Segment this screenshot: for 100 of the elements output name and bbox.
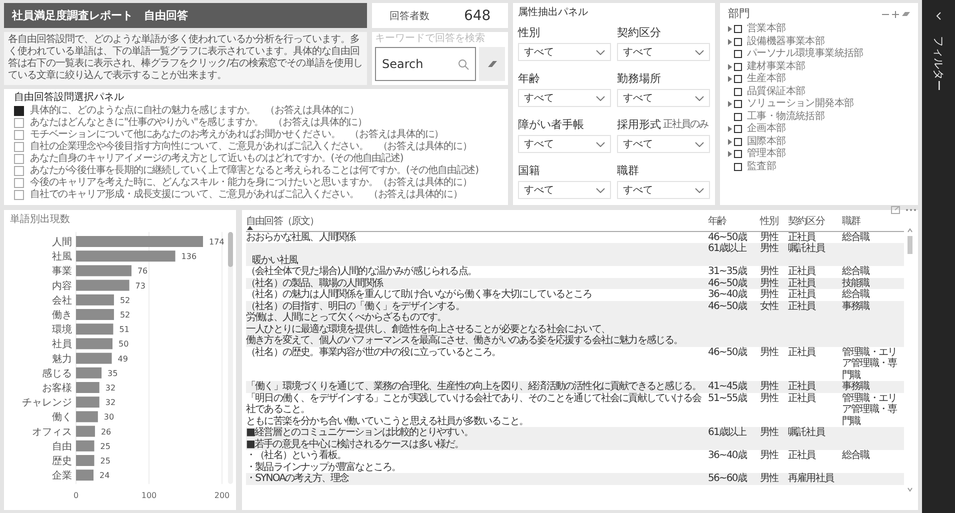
bar[interactable] bbox=[76, 411, 98, 422]
expand-arrow-icon[interactable] bbox=[728, 151, 732, 158]
dropdown[interactable]: すべて bbox=[617, 43, 710, 61]
search-field[interactable]: Search bbox=[375, 47, 476, 81]
expand-arrow-icon[interactable] bbox=[728, 76, 732, 82]
bar[interactable] bbox=[76, 338, 112, 350]
expand-arrow-icon[interactable] bbox=[728, 101, 732, 108]
checkbox[interactable] bbox=[734, 162, 742, 171]
checkbox[interactable] bbox=[14, 166, 24, 176]
dropdown[interactable]: すべて bbox=[617, 89, 710, 107]
bar[interactable] bbox=[76, 265, 132, 276]
question-option[interactable]: あなたが今後仕事を長期的に継続していく上で障害となると考えられることは何ですか。(その他自由記述) bbox=[14, 165, 498, 177]
column-header[interactable]: 契約区分 bbox=[788, 216, 842, 228]
table-row[interactable]: 「働く」環境づくりを通じて、業務の合理化、生産性の向上を図り、経済活動の活性化に貢献できると感じる。 41~45歳 男性 正社員 事務職 bbox=[246, 381, 904, 392]
bar[interactable] bbox=[76, 470, 94, 481]
eraser-icon[interactable] bbox=[902, 11, 910, 17]
table-row[interactable]: ■経営層とのコミュニケーションは比較的とりやすい。 ■若手の意見を中心に検討されるケースは多い様だ。 61歳以上 男性 嘱託社員 bbox=[246, 427, 904, 450]
checkbox[interactable] bbox=[14, 154, 24, 164]
chevron-left-icon[interactable] bbox=[936, 12, 941, 20]
bar[interactable] bbox=[76, 352, 112, 364]
dropdown[interactable]: すべて bbox=[617, 181, 710, 199]
tree-item[interactable]: 工事・物流統括部 bbox=[728, 110, 910, 123]
question-option[interactable]: モチベーションについて他にあなたのお考えがあればお聞かせください。 （お答えは具体的に） bbox=[14, 129, 498, 141]
checkbox[interactable] bbox=[734, 25, 742, 34]
focus-mode-icon[interactable] bbox=[891, 206, 900, 214]
table-row[interactable]: おおらかな社風、人間関係 46~50歳 男性 正社員 総合職 bbox=[246, 232, 904, 243]
table-row[interactable]: （会社全体で見た場合)人間的な温かみが感じられる点。 31~35歳 男性 正社員 総合職 bbox=[246, 266, 904, 278]
tree-item[interactable]: 管理本部 bbox=[728, 148, 910, 160]
bar[interactable] bbox=[76, 440, 94, 452]
table-row[interactable]: （社名）の歴史。事業内容が世の中の役に立っているところ。 46~50歳 男性 正社員 管理職・エリア管理職・専門職 bbox=[246, 346, 904, 381]
checkbox[interactable] bbox=[14, 106, 24, 116]
checkbox[interactable] bbox=[734, 112, 742, 121]
checkbox[interactable] bbox=[14, 178, 24, 188]
column-header[interactable]: 年齢 bbox=[708, 216, 760, 228]
tree-item[interactable]: パーソナル環境事業統括部 bbox=[728, 48, 910, 60]
question-option[interactable]: 今後のキャリアを考えた時に、どんなスキル・能力を身につけたいと思いますか。（お答えは具体的に） bbox=[14, 177, 498, 189]
tree-item[interactable]: 監査部 bbox=[728, 160, 910, 173]
plus-icon[interactable] bbox=[892, 10, 899, 18]
checkbox[interactable] bbox=[734, 62, 742, 71]
table-row[interactable]: 暖かい社風 61歳以上 男性 嘱託社員 bbox=[246, 243, 904, 266]
expand-arrow-icon[interactable] bbox=[728, 26, 732, 32]
bar[interactable] bbox=[76, 324, 114, 335]
dropdown[interactable]: すべて bbox=[617, 135, 710, 153]
expand-arrow-icon[interactable] bbox=[728, 138, 732, 145]
bar[interactable] bbox=[76, 455, 94, 466]
table-row[interactable]: 「明日の働く、をデザインする」ことが実践していける会社であり、そのことを通じて社会に貢献していける会社であること。 ともに苦楽を分かち合い働いていこうと思える社員が多数いること。 51~55歳 男性 正社員 管理職・エリア管理職・専門職 bbox=[246, 392, 904, 427]
expand-arrow-icon[interactable] bbox=[728, 38, 732, 45]
checkbox[interactable] bbox=[14, 142, 24, 152]
bar[interactable] bbox=[76, 294, 114, 306]
checkbox[interactable] bbox=[734, 38, 742, 46]
checkbox[interactable] bbox=[734, 75, 742, 84]
column-header[interactable]: 職群 bbox=[842, 216, 904, 228]
checkbox[interactable] bbox=[734, 88, 742, 96]
checkbox[interactable] bbox=[734, 150, 742, 158]
answer-text: 「働く」環境づくりを通じて、業務の合理化、生産性の向上を図り、経済活動の活性化に貢献できると感じる。 bbox=[246, 381, 702, 392]
bar[interactable] bbox=[76, 280, 130, 291]
tree-item[interactable]: ソリューション開発本部 bbox=[728, 98, 910, 110]
bar[interactable] bbox=[76, 250, 176, 262]
expand-arrow-icon[interactable] bbox=[728, 64, 732, 70]
checkbox[interactable] bbox=[14, 130, 24, 140]
column-header[interactable]: 性別 bbox=[760, 216, 788, 228]
dropdown[interactable]: すべて bbox=[518, 89, 611, 107]
question-option[interactable]: 具体的に、どのような点に自社の魅力を感じますか。 （お答えは具体的に） bbox=[14, 105, 498, 117]
dropdown[interactable]: すべて bbox=[518, 181, 611, 199]
table-cell-text: 総合職 bbox=[842, 450, 870, 463]
tree-item[interactable]: 国際本部 bbox=[728, 136, 910, 148]
table-row[interactable]: ・（社名）という看板。 ・製品ラインナップが豊富なところ。 36~40歳 男性 正社員 総合職 bbox=[246, 450, 904, 473]
checkbox[interactable] bbox=[14, 190, 24, 200]
sort-icon bbox=[247, 226, 253, 230]
column-header[interactable]: 自由回答（原文） bbox=[246, 216, 708, 228]
question-option[interactable]: あなた自身のキャリアイメージの考え方として近いものはどれですか。(その他自由記述) bbox=[14, 153, 498, 165]
tree-item[interactable]: 営業本部 bbox=[728, 23, 910, 36]
checkbox[interactable] bbox=[734, 50, 742, 58]
dropdown[interactable]: すべて bbox=[518, 135, 611, 153]
bar[interactable] bbox=[76, 367, 102, 378]
expand-arrow-icon[interactable] bbox=[728, 126, 732, 132]
dropdown[interactable]: すべて bbox=[518, 43, 611, 61]
tree-item[interactable]: 品質保証本部 bbox=[728, 86, 910, 98]
bar[interactable] bbox=[76, 426, 95, 437]
table-row[interactable]: （社名）の製品、職場の人間関係 46~50歳 男性 正社員 技能職 bbox=[246, 278, 904, 289]
checkbox[interactable] bbox=[734, 100, 742, 108]
tree-item[interactable]: 設備機器事業本部 bbox=[728, 36, 910, 48]
checkbox[interactable] bbox=[734, 138, 742, 146]
clear-button[interactable] bbox=[479, 47, 505, 81]
checkbox[interactable] bbox=[14, 118, 24, 128]
value-label: 32 bbox=[105, 398, 116, 408]
tree-item[interactable]: 企画本部 bbox=[728, 123, 910, 136]
tree-item[interactable]: 生産本部 bbox=[728, 73, 910, 86]
question-option[interactable]: 自社の企業理念や今後目指す方向性について、ご意見があればご記入ください。 （お答えは具体的に） bbox=[14, 141, 498, 153]
question-option[interactable]: 自社でのキャリア形成・成長支援について、ご意見があればご記入ください。 （お答えは具体的に） bbox=[14, 189, 498, 201]
filter-pane[interactable]: フィルター bbox=[922, 0, 955, 513]
table-row[interactable]: （社名）の魅力は人間関係を重んじて助け合いながら働く事を大切にしているところ 36~40歳 男性 正社員 総合職 bbox=[246, 289, 904, 300]
table-row[interactable]: ・SYNOAの考え方、理念 56~60歳 男性 再雇用社員 bbox=[246, 473, 904, 484]
tree-item[interactable]: 建材事業本部 bbox=[728, 60, 910, 73]
bar[interactable] bbox=[76, 382, 100, 393]
bar[interactable] bbox=[76, 396, 100, 408]
question-option[interactable]: あなたはどんなときに"仕事のやりがい"を感じますか。 （お答えは具体的に） bbox=[14, 117, 498, 129]
table-row[interactable]: （社名）の目指す、明日の「働く」をデザインする。 労働は、人間にとって欠くべからざるものです。 一人ひとりに最適な環境を提供し、創造性を向上させることが必要となる社会において、 働き方を変えて、個人のパフォーマンスを最高にさせ、働きがいのある姿を応援する会社に魅力を感じる。 46~50歳 女性 正社員 事務職 bbox=[246, 300, 904, 346]
scrollbar[interactable] bbox=[228, 232, 233, 484]
checkbox[interactable] bbox=[734, 125, 742, 134]
